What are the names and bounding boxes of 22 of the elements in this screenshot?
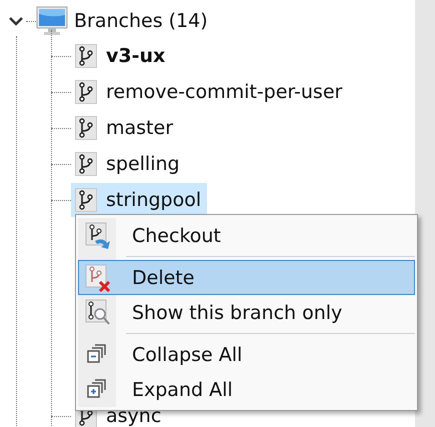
- branch-icon: [75, 152, 97, 176]
- branch-item[interactable]: stringpool: [71, 183, 208, 217]
- branch-icon: [75, 44, 97, 68]
- chevron-icon[interactable]: [8, 15, 24, 27]
- branch-magnifier-icon: [85, 298, 111, 326]
- monitor-icon: [36, 6, 68, 36]
- branch-item[interactable]: v3-ux: [71, 39, 172, 73]
- branch-item[interactable]: spelling: [71, 147, 186, 181]
- tree-root-label[interactable]: Branches (14): [74, 10, 208, 32]
- menu-item[interactable]: Collapse All: [78, 337, 415, 372]
- branch-icon: [75, 80, 97, 104]
- branch-item[interactable]: master: [71, 111, 180, 145]
- branch-icon: [75, 188, 97, 212]
- branch-delete-icon: [85, 264, 111, 292]
- branch-icon: [75, 116, 97, 140]
- menu-item[interactable]: Delete: [78, 260, 415, 295]
- menu-item[interactable]: Expand All: [78, 372, 415, 407]
- menu-item[interactable]: Checkout: [78, 218, 415, 253]
- scrollbar-track[interactable]: [415, 0, 435, 427]
- branch-item[interactable]: remove-commit-per-user: [71, 75, 348, 109]
- menu-item[interactable]: Show this branch only: [78, 295, 415, 330]
- branch-arrow-icon: [85, 222, 111, 250]
